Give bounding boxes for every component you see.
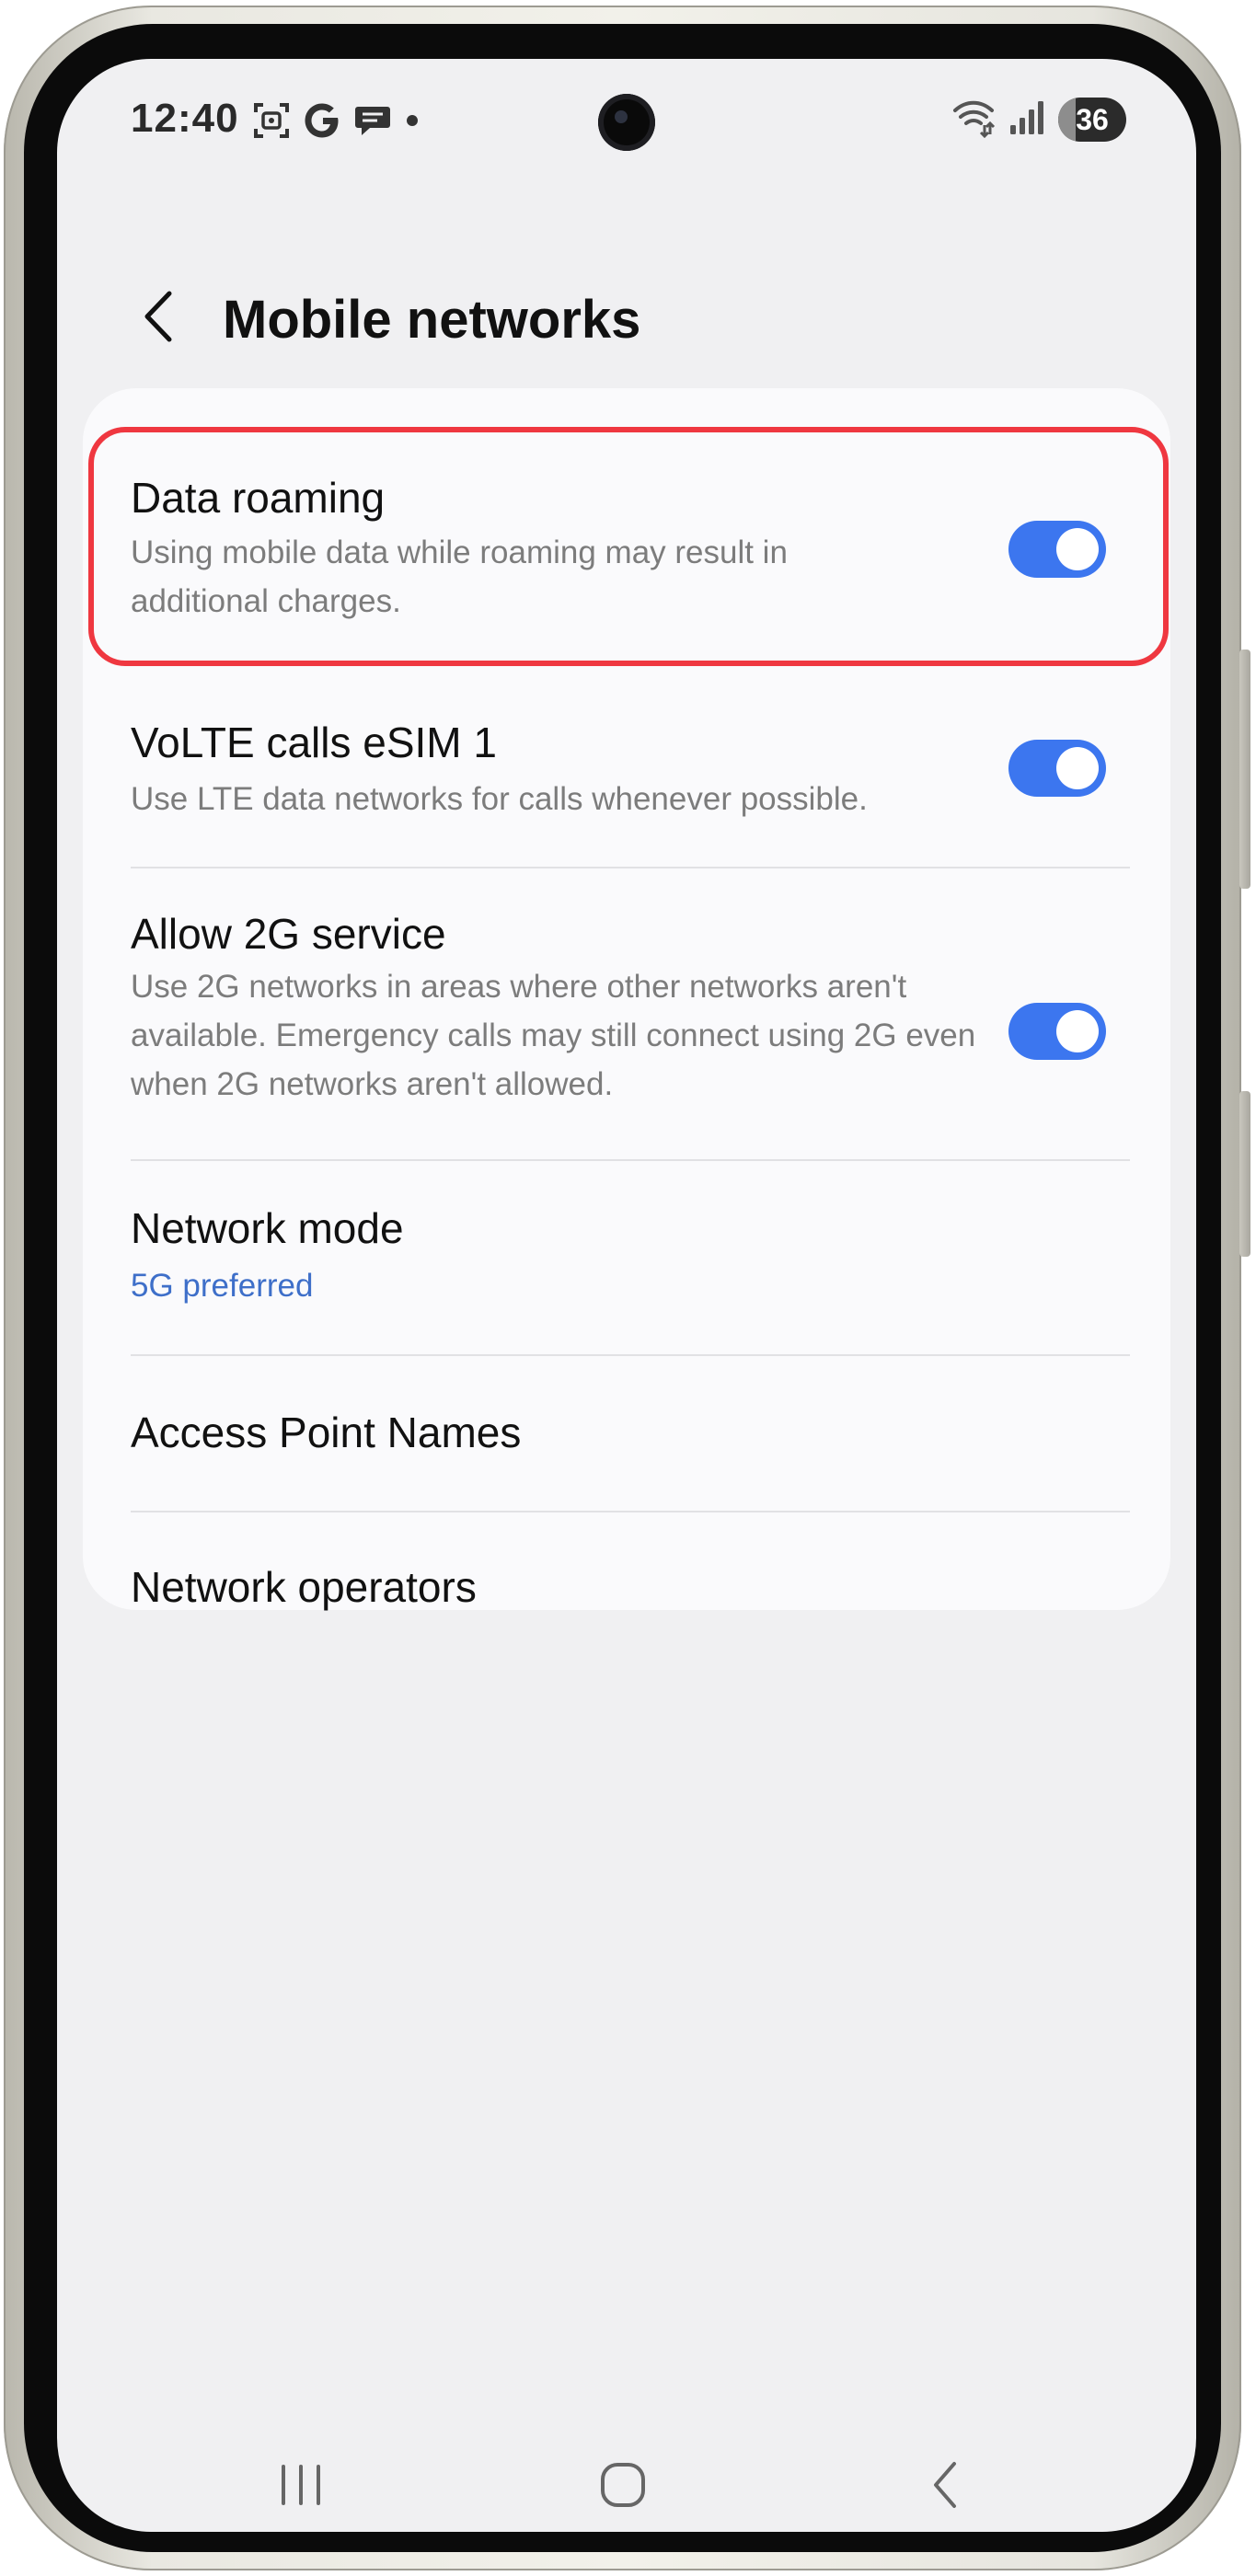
toggle-knob xyxy=(1056,528,1099,570)
status-icons-left xyxy=(252,98,420,144)
recents-icon xyxy=(282,2465,320,2505)
wifi-calling-icon xyxy=(951,98,996,143)
battery-icon: 36 xyxy=(1058,98,1126,142)
toggle-knob xyxy=(1056,1010,1099,1052)
volte-toggle[interactable] xyxy=(1008,740,1106,797)
toggle-knob xyxy=(1056,747,1099,789)
screenshot-icon xyxy=(252,101,291,140)
header: Mobile networks xyxy=(57,261,1196,362)
volume-key xyxy=(1239,650,1250,889)
nav-bar xyxy=(57,2444,1196,2526)
allow-2g-summary: Use 2G networks in areas where other net… xyxy=(131,969,976,1102)
network-mode-title: Network mode xyxy=(131,1204,404,1252)
data-roaming-row[interactable]: Data roaming Using mobile data while roa… xyxy=(83,388,1170,626)
status-bar: 12:40 36 xyxy=(57,86,1196,169)
data-roaming-title: Data roaming xyxy=(131,474,386,522)
volte-summary: Use LTE data networks for calls whenever… xyxy=(131,781,868,817)
screen: 12:40 36 Mobile networks Data roaming Us… xyxy=(57,59,1196,2532)
home-button[interactable] xyxy=(572,2444,674,2526)
google-icon xyxy=(304,101,340,140)
front-camera xyxy=(598,94,655,151)
network-mode-value: 5G preferred xyxy=(131,1268,314,1304)
battery-level: 36 xyxy=(1076,102,1109,136)
network-mode-row[interactable]: Network mode 5G preferred xyxy=(83,1161,1170,1354)
allow-2g-row[interactable]: Allow 2G service Use 2G networks in area… xyxy=(83,868,1170,1159)
allow-2g-title: Allow 2G service xyxy=(131,910,446,958)
status-time: 12:40 xyxy=(131,96,239,141)
recents-button[interactable] xyxy=(250,2444,351,2526)
phone-frame: 12:40 36 Mobile networks Data roaming Us… xyxy=(4,6,1250,2570)
power-key xyxy=(1239,1091,1250,1257)
home-icon xyxy=(601,2463,645,2507)
network-operators-row[interactable]: Network operators xyxy=(83,1512,1170,1611)
settings-card: Data roaming Using mobile data while roa… xyxy=(83,388,1170,1611)
back-icon xyxy=(934,2462,956,2508)
signal-icon xyxy=(1008,99,1045,141)
chat-icon xyxy=(353,101,392,140)
back-nav-button[interactable] xyxy=(894,2444,996,2526)
access-point-names-title: Access Point Names xyxy=(131,1409,522,1456)
status-icons-right: 36 xyxy=(951,96,1126,144)
volte-row[interactable]: VoLTE calls eSIM 1 Use LTE data networks… xyxy=(83,626,1170,828)
volte-title: VoLTE calls eSIM 1 xyxy=(131,719,497,766)
back-button[interactable] xyxy=(121,280,195,353)
data-roaming-summary: Using mobile data while roaming may resu… xyxy=(131,535,788,619)
allow-2g-toggle[interactable] xyxy=(1008,1003,1106,1060)
dot-icon xyxy=(405,113,420,128)
data-roaming-toggle[interactable] xyxy=(1008,521,1106,578)
page-title: Mobile networks xyxy=(223,290,641,350)
access-point-names-row[interactable]: Access Point Names xyxy=(83,1356,1170,1511)
network-operators-title: Network operators xyxy=(131,1563,477,1611)
battery-empty-part xyxy=(1058,98,1076,142)
chevron-left-icon xyxy=(144,291,172,342)
